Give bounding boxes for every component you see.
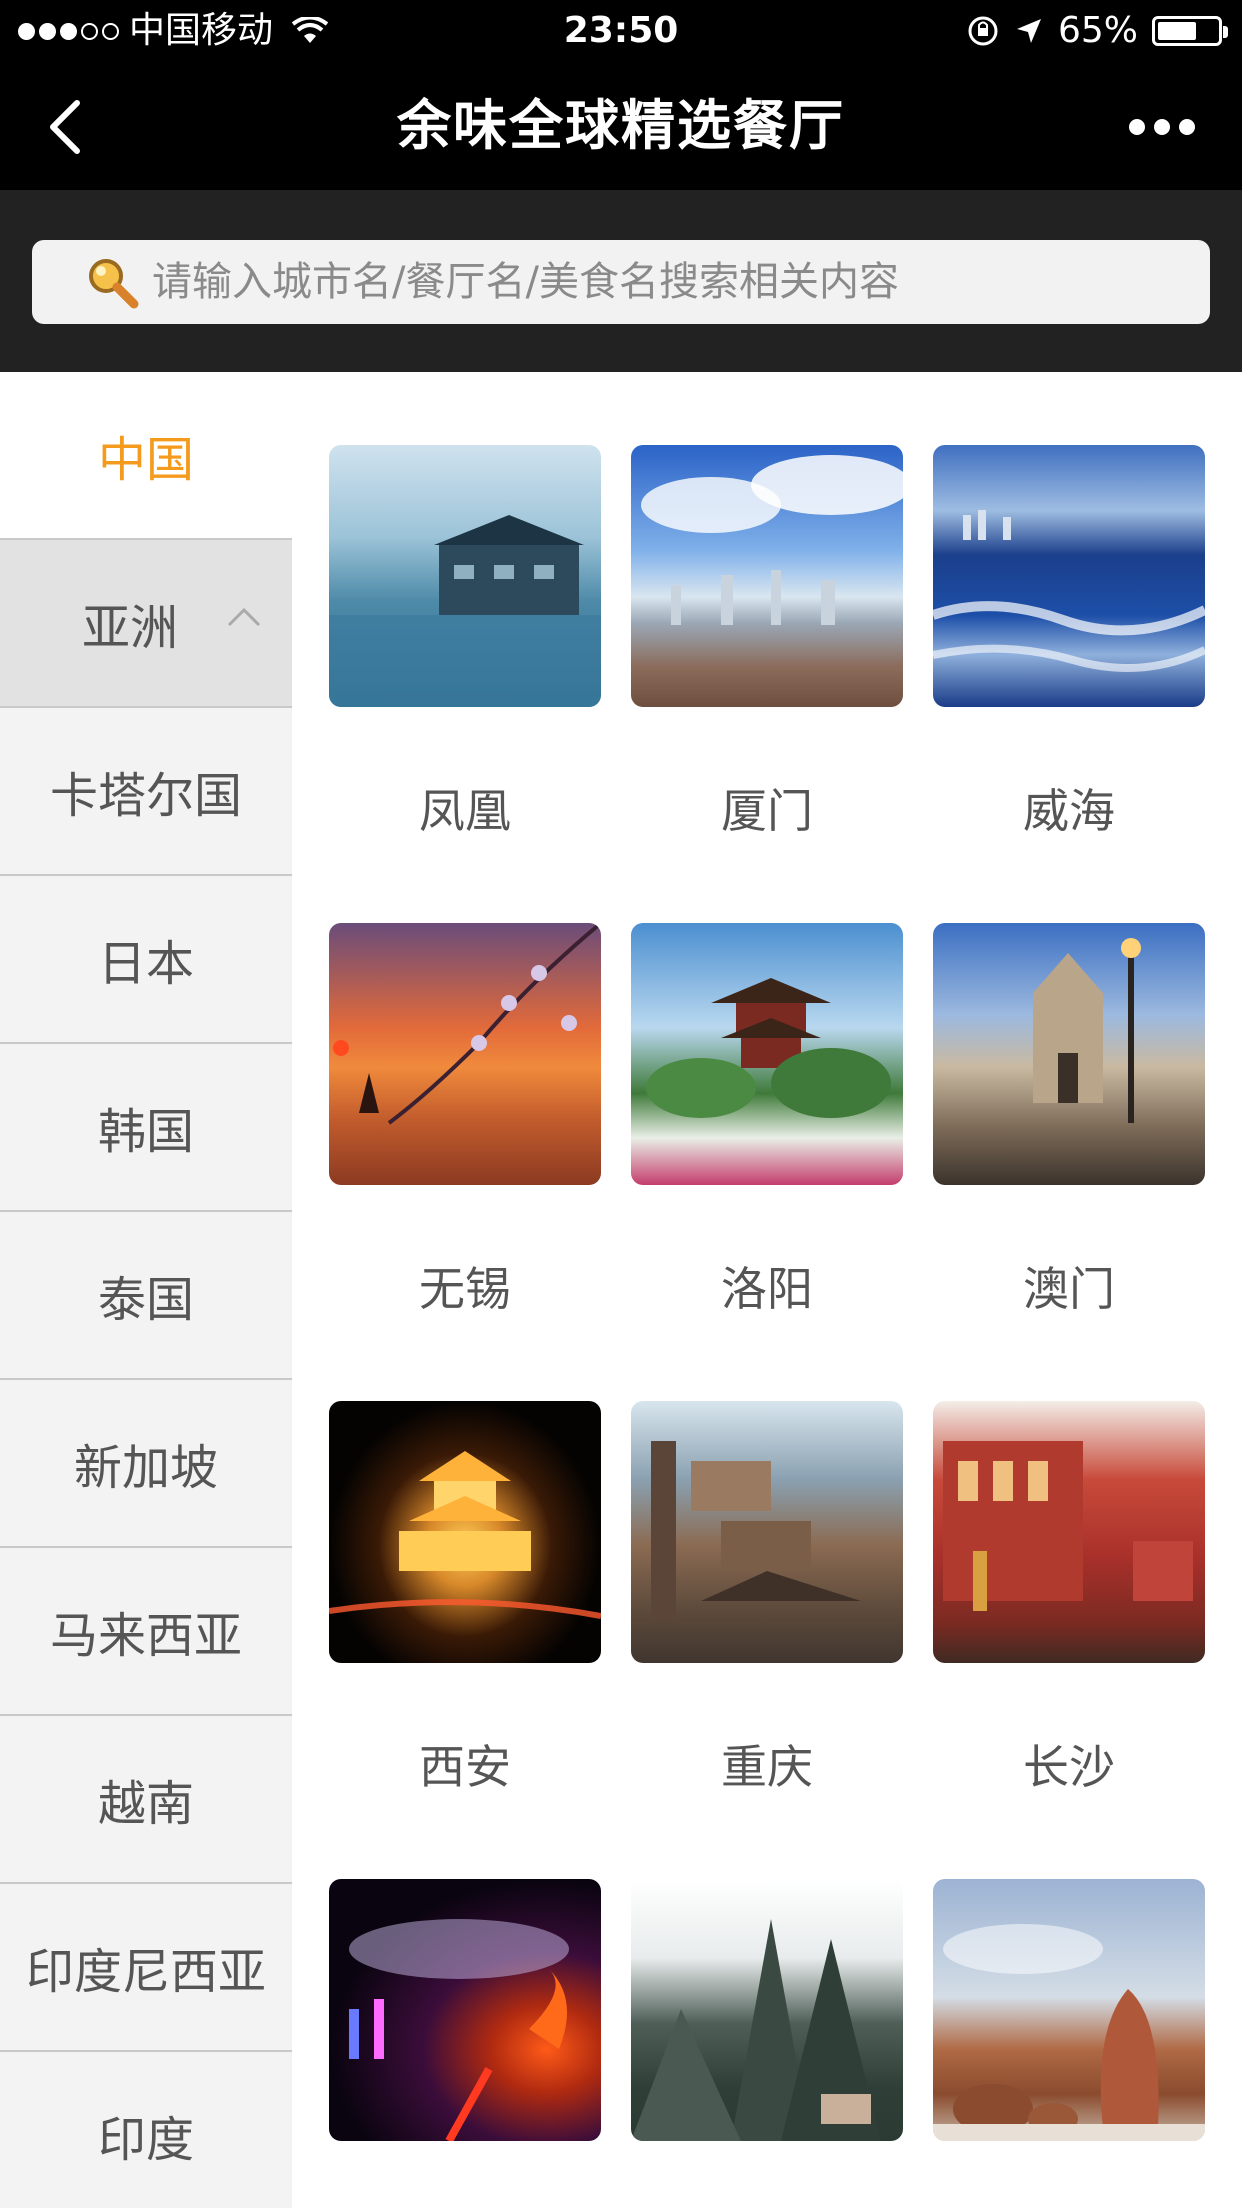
sidebar-item-label: 泰国 xyxy=(97,1272,194,1328)
search-area xyxy=(0,190,1242,372)
city-image xyxy=(329,445,601,707)
city-name: 长沙 xyxy=(1023,1740,1115,1794)
city-card-xiamen[interactable]: 厦门 xyxy=(631,445,903,838)
sidebar-item-korea[interactable]: 韩国 xyxy=(0,1044,292,1212)
city-card-mountain[interactable] xyxy=(631,1879,903,2141)
night-sculpture-icon xyxy=(349,1919,569,2141)
city-image xyxy=(631,445,903,707)
sidebar-item-singapore[interactable]: 新加坡 xyxy=(0,1380,292,1548)
old-street-icon xyxy=(943,1441,1193,1611)
city-name: 洛阳 xyxy=(721,1262,813,1316)
sidebar-item-label: 印度尼西亚 xyxy=(25,1944,266,2000)
pagoda-icon xyxy=(646,978,891,1118)
more-dot-icon xyxy=(1179,119,1195,135)
bell-tower-icon xyxy=(329,1451,601,1619)
city-card-weihai[interactable]: 威海 xyxy=(933,445,1205,838)
sidebar-item-malaysia[interactable]: 马来西亚 xyxy=(0,1548,292,1716)
sidebar-item-label: 日本 xyxy=(97,936,194,992)
city-image xyxy=(329,1401,601,1663)
sidebar-item-label: 韩国 xyxy=(97,1104,194,1160)
city-image xyxy=(933,1401,1205,1663)
city-card-night-city[interactable] xyxy=(329,1879,601,2141)
sidebar-item-india[interactable]: 印度 xyxy=(0,2052,292,2208)
status-right: 65% xyxy=(966,0,1228,62)
battery-percent: 65% xyxy=(1057,10,1138,51)
sidebar-item-label: 卡塔尔国 xyxy=(49,768,242,824)
city-image xyxy=(933,445,1205,707)
city-card-luoyang[interactable]: 洛阳 xyxy=(631,923,903,1316)
sidebar-item-label: 马来西亚 xyxy=(49,1608,242,1664)
more-dot-icon xyxy=(1129,119,1145,135)
town-scene-icon xyxy=(329,515,601,707)
misty-peaks-icon xyxy=(631,1919,881,2141)
city-card-fenghuang[interactable]: 凤凰 xyxy=(329,445,601,838)
region-sidebar: 中国 亚洲 卡塔尔国 日本 韩国 泰国 新加坡 马来西亚 越南 印度尼西亚 印度 xyxy=(0,372,292,2208)
sidebar-item-indonesia[interactable]: 印度尼西亚 xyxy=(0,1884,292,2052)
city-image xyxy=(933,923,1205,1185)
city-grid: 凤凰 厦门 威海 无锡 洛阳 澳门 西安 重庆 长沙 xyxy=(292,372,1242,2208)
city-image xyxy=(329,1879,601,2141)
more-dot-icon xyxy=(1154,119,1170,135)
battery-icon xyxy=(1152,16,1228,46)
page-title: 余味全球精选餐厅 xyxy=(397,94,845,157)
stilt-houses-icon xyxy=(651,1441,861,1621)
city-card-changsha[interactable]: 长沙 xyxy=(933,1401,1205,1794)
sidebar-item-label: 新加坡 xyxy=(73,1440,218,1496)
battery-level xyxy=(1158,22,1196,40)
city-name: 澳门 xyxy=(1023,1262,1115,1316)
sunset-blossom-icon xyxy=(333,923,601,1125)
more-options-button[interactable] xyxy=(1122,102,1202,152)
orientation-lock-icon xyxy=(968,16,998,46)
city-card-wuxi[interactable]: 无锡 xyxy=(329,923,601,1316)
city-name: 威海 xyxy=(1023,784,1115,838)
city-card-macau[interactable]: 澳门 xyxy=(933,923,1205,1316)
sidebar-item-label: 中国 xyxy=(97,432,194,488)
sidebar-item-label: 亚洲 xyxy=(82,600,179,656)
city-card-chongqing[interactable]: 重庆 xyxy=(631,1401,903,1794)
status-bar: 中国移动 23:50 65% xyxy=(0,0,1242,62)
search-input[interactable] xyxy=(152,259,1152,305)
sea-scene-icon xyxy=(933,510,1205,672)
sidebar-item-qatar[interactable]: 卡塔尔国 xyxy=(0,708,292,876)
chevron-up-icon xyxy=(227,607,261,627)
sidebar-item-japan[interactable]: 日本 xyxy=(0,876,292,1044)
sidebar-item-label: 印度 xyxy=(97,2112,194,2168)
city-card-xian[interactable]: 西安 xyxy=(329,1401,601,1794)
city-image xyxy=(933,1879,1205,2141)
city-name: 厦门 xyxy=(721,784,813,838)
app-screen: 中国移动 23:50 65% 余味全球精选餐厅 请输入城市名/餐厅名/美食名搜索… xyxy=(0,0,1242,2208)
city-name: 西安 xyxy=(419,1740,511,1794)
city-name: 凤凰 xyxy=(419,784,511,838)
sidebar-item-thailand[interactable]: 泰国 xyxy=(0,1212,292,1380)
city-image xyxy=(631,923,903,1185)
location-arrow-icon xyxy=(1016,19,1041,43)
ruins-facade-icon xyxy=(1033,938,1141,1123)
city-image xyxy=(329,923,601,1185)
city-name: 重庆 xyxy=(721,1740,813,1794)
city-image xyxy=(631,1401,903,1663)
navigation-bar: 余味全球精选餐厅 xyxy=(0,62,1242,190)
city-image xyxy=(631,1879,903,2141)
sidebar-item-label: 越南 xyxy=(97,1776,194,1832)
city-card-coast-rocks[interactable] xyxy=(933,1879,1205,2141)
sidebar-item-china[interactable]: 中国 xyxy=(0,372,292,540)
skyline-icon xyxy=(641,455,903,625)
sidebar-item-vietnam[interactable]: 越南 xyxy=(0,1716,292,1884)
city-name: 无锡 xyxy=(419,1262,511,1316)
search-icon xyxy=(89,259,139,309)
search-box[interactable] xyxy=(32,240,1210,324)
beach-rocks-icon xyxy=(933,1924,1205,2141)
sidebar-item-asia[interactable]: 亚洲 xyxy=(0,540,292,708)
